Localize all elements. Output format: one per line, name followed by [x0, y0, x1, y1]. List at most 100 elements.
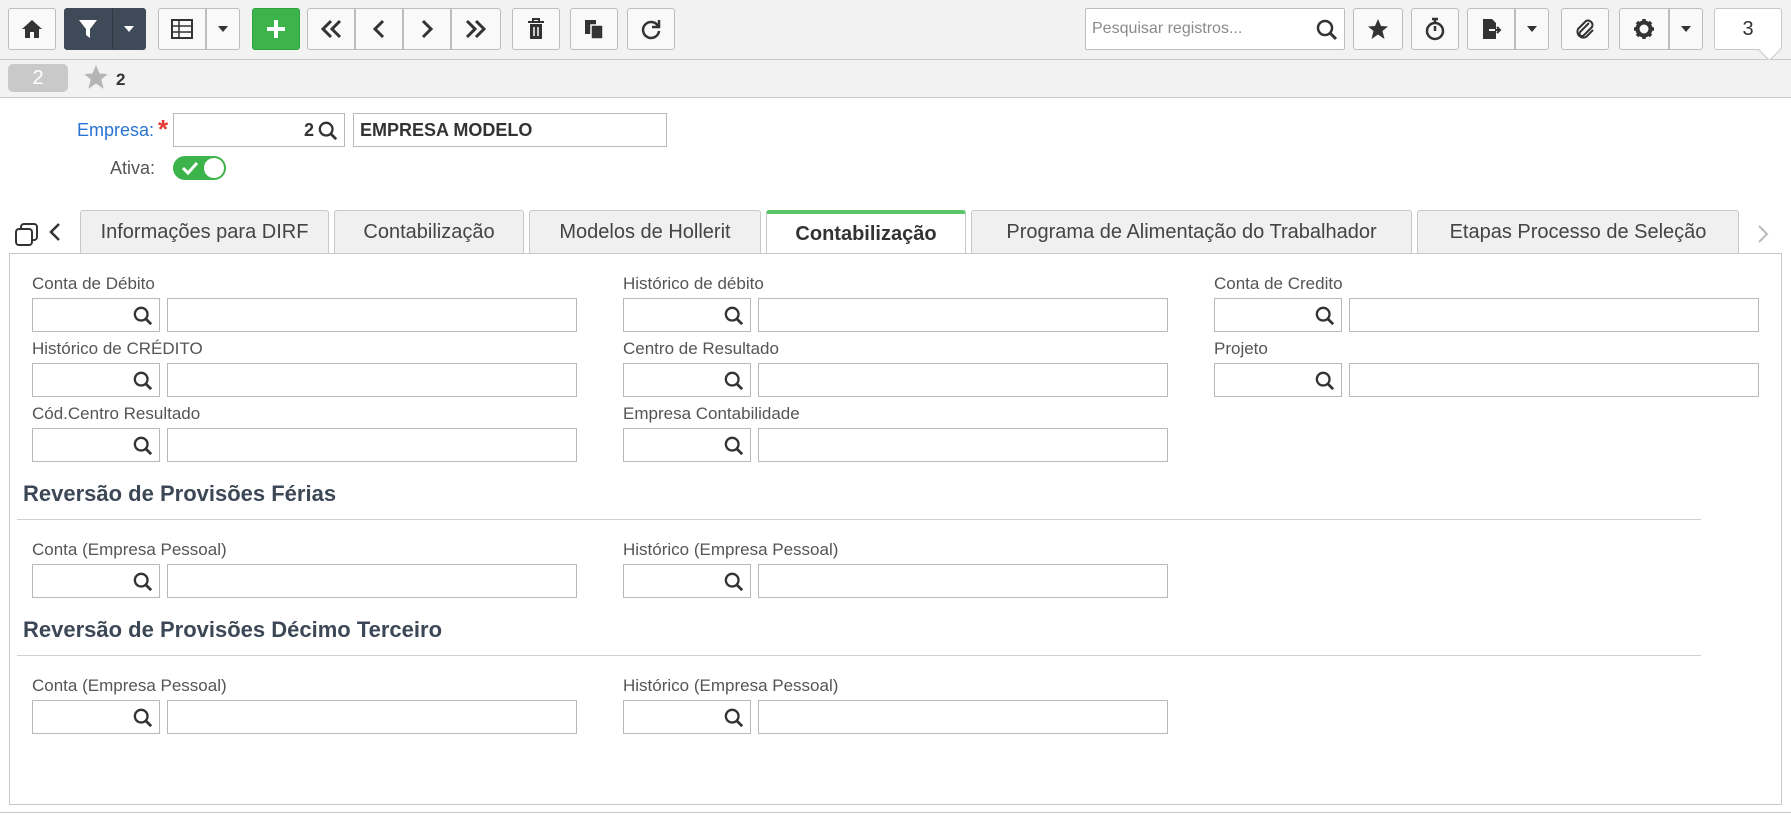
ferias-historico-code-input[interactable] — [623, 564, 751, 598]
historico-debito-desc-input[interactable] — [758, 298, 1168, 332]
cod-centro-resultado-desc-input[interactable] — [167, 428, 577, 462]
ferias-conta-desc-input[interactable] — [167, 564, 577, 598]
tab-programa-alimentacao[interactable]: Programa de Alimentação do Trabalhador — [971, 210, 1412, 254]
previous-record-button[interactable] — [355, 8, 403, 50]
search-icon[interactable] — [318, 121, 338, 141]
export-button[interactable] — [1467, 8, 1515, 50]
conta-debito-desc-input[interactable] — [167, 298, 577, 332]
decimo-historico-label: Histórico (Empresa Pessoal) — [623, 676, 839, 695]
ferias-historico-desc-input[interactable] — [758, 564, 1168, 598]
grid-icon — [171, 19, 193, 39]
search-icon[interactable] — [133, 436, 153, 456]
decimo-historico-code-input[interactable] — [623, 700, 751, 734]
tab-informacoes-dirf[interactable]: Informações para DIRF — [80, 210, 329, 254]
first-record-button[interactable] — [307, 8, 355, 50]
add-button[interactable] — [252, 8, 300, 50]
tab-list-icon[interactable] — [14, 222, 40, 246]
projeto-desc-input[interactable] — [1349, 363, 1759, 397]
tab-contabilizacao-active[interactable]: Contabilização — [766, 210, 966, 255]
caret-down-icon — [124, 26, 134, 32]
timer-icon — [1425, 17, 1445, 41]
ferias-conta-code-input[interactable] — [32, 564, 160, 598]
cod-centro-resultado-code-input[interactable] — [32, 428, 160, 462]
search-icon[interactable] — [1315, 371, 1335, 391]
centro-resultado-label: Centro de Resultado — [623, 339, 779, 358]
decimo-historico-desc-input[interactable] — [758, 700, 1168, 734]
current-record: 2 — [32, 66, 44, 89]
search-icon[interactable] — [724, 708, 744, 728]
timer-button[interactable] — [1411, 8, 1459, 50]
decimo-conta-desc-input[interactable] — [167, 700, 577, 734]
empresa-code-field[interactable]: 2 — [173, 113, 345, 147]
conta-credito-desc-input[interactable] — [1349, 298, 1759, 332]
ferias-conta-label: Conta (Empresa Pessoal) — [32, 540, 227, 559]
first-icon — [320, 19, 342, 39]
search-icon[interactable] — [724, 306, 744, 326]
decimo-conta-label: Conta (Empresa Pessoal) — [32, 676, 227, 695]
export-dropdown-button[interactable] — [1515, 8, 1549, 50]
section-divider — [17, 519, 1701, 520]
next-record-button[interactable] — [403, 8, 451, 50]
centro-resultado-desc-input[interactable] — [758, 363, 1168, 397]
cod-centro-resultado-label: Cód.Centro Resultado — [32, 404, 201, 423]
filter-button[interactable] — [64, 8, 112, 50]
tab-label: Contabilização — [363, 221, 495, 243]
export-icon — [1483, 19, 1502, 39]
decimo-conta-code-input[interactable] — [32, 700, 160, 734]
search-icon[interactable] — [133, 306, 153, 326]
home-button[interactable] — [8, 8, 56, 50]
settings-dropdown-button[interactable] — [1669, 8, 1703, 50]
search-input[interactable] — [1086, 9, 1311, 49]
historico-credito-code-input[interactable] — [32, 363, 160, 397]
search-box[interactable] — [1085, 8, 1345, 50]
caret-down-icon — [1527, 26, 1537, 32]
required-asterisk: * — [158, 114, 169, 144]
empresa-contabilidade-label: Empresa Contabilidade — [623, 404, 800, 423]
search-icon[interactable] — [724, 371, 744, 391]
conta-credito-code-input[interactable] — [1214, 298, 1342, 332]
search-icon[interactable] — [133, 572, 153, 592]
star-icon[interactable] — [82, 64, 110, 90]
favorites-button[interactable] — [1353, 8, 1403, 50]
plus-icon — [267, 20, 285, 38]
toolbar: 3 — [0, 0, 1791, 60]
search-icon[interactable] — [1316, 19, 1338, 41]
duplicate-button[interactable] — [570, 8, 618, 50]
bottom-border — [0, 812, 1791, 813]
historico-credito-desc-input[interactable] — [167, 363, 577, 397]
ativa-toggle[interactable] — [173, 156, 226, 180]
tab-contabilizacao-1[interactable]: Contabilização — [334, 210, 524, 254]
section-title-decimo: Reversão de Provisões Décimo Terceiro — [23, 617, 443, 642]
copy-icon — [585, 20, 604, 40]
attachments-button[interactable] — [1561, 8, 1609, 50]
trash-icon — [528, 18, 544, 39]
empresa-contabilidade-code-input[interactable] — [623, 428, 751, 462]
star-icon — [1368, 19, 1388, 39]
settings-button[interactable] — [1619, 8, 1669, 50]
search-icon[interactable] — [724, 436, 744, 456]
current-record-pill[interactable]: 2 — [8, 64, 68, 92]
ativa-label: Ativa: — [110, 158, 156, 178]
search-icon[interactable] — [133, 708, 153, 728]
chevron-right-icon[interactable] — [1756, 224, 1770, 244]
historico-debito-code-input[interactable] — [623, 298, 751, 332]
search-icon[interactable] — [724, 572, 744, 592]
paperclip-icon — [1576, 19, 1594, 39]
grid-dropdown-button[interactable] — [206, 8, 240, 50]
conta-debito-code-input[interactable] — [32, 298, 160, 332]
empresa-label: Empresa: — [77, 120, 155, 140]
tab-etapas-processo-selecao[interactable]: Etapas Processo de Seleção — [1417, 210, 1739, 254]
search-icon[interactable] — [1315, 306, 1335, 326]
projeto-code-input[interactable] — [1214, 363, 1342, 397]
last-record-button[interactable] — [451, 8, 501, 50]
delete-button[interactable] — [512, 8, 560, 50]
filter-dropdown-button[interactable] — [112, 8, 146, 50]
refresh-button[interactable] — [627, 8, 675, 50]
tab-modelos-hollerit[interactable]: Modelos de Hollerit — [529, 210, 761, 254]
caret-down-icon — [1681, 26, 1691, 32]
empresa-contabilidade-desc-input[interactable] — [758, 428, 1168, 462]
chevron-left-icon[interactable] — [48, 222, 62, 242]
search-icon[interactable] — [133, 371, 153, 391]
grid-view-button[interactable] — [158, 8, 206, 50]
centro-resultado-code-input[interactable] — [623, 363, 751, 397]
